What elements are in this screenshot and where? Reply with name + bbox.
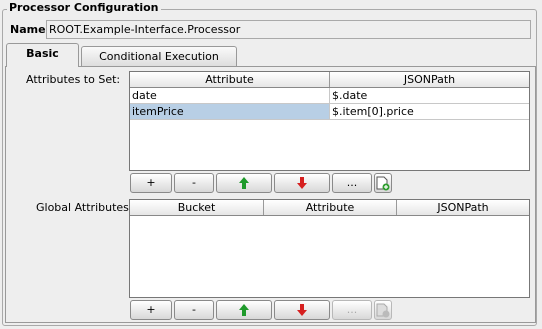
table-header: Bucket Attribute JSONPath [130,200,529,216]
table-header: Attribute JSONPath [130,72,529,88]
up-arrow-icon [239,304,249,316]
edit-button[interactable]: ... [332,173,372,193]
remove-button[interactable]: - [174,300,214,320]
move-down-button[interactable] [274,173,330,193]
move-up-button[interactable] [216,300,272,320]
group-title: Processor Configuration [7,1,161,15]
name-label: Name: [10,23,50,36]
table-row[interactable]: date $.date [130,88,529,104]
table-row[interactable]: itemPrice $.item[0].price [130,104,529,120]
cell-jsonpath[interactable]: $.date [330,88,529,103]
add-document-button[interactable] [374,173,392,193]
attributes-to-set-label: Attributes to Set: [26,73,121,86]
attributes-to-set-table[interactable]: Attribute JSONPath date $.date itemPrice… [129,71,530,171]
column-header-bucket[interactable]: Bucket [130,200,264,215]
cell-attribute[interactable]: itemPrice [130,104,330,119]
move-down-button[interactable] [274,300,330,320]
name-field[interactable]: ROOT.Example-Interface.Processor [46,20,531,39]
remove-button[interactable]: - [174,173,214,193]
tab-basic[interactable]: Basic [6,43,79,67]
add-document-icon [376,176,390,191]
move-up-button[interactable] [216,173,272,193]
column-header-jsonpath[interactable]: JSONPath [397,200,529,215]
column-header-attribute[interactable]: Attribute [264,200,397,215]
edit-button[interactable]: ... [332,300,372,320]
up-arrow-icon [239,177,249,189]
column-header-attribute[interactable]: Attribute [130,72,330,87]
add-button[interactable]: + [130,300,172,320]
attributes-to-set-toolbar: + - ... [130,173,392,193]
down-arrow-icon [297,177,307,189]
cell-jsonpath[interactable]: $.item[0].price [330,104,529,119]
global-attributes-table[interactable]: Bucket Attribute JSONPath [129,199,530,298]
add-button[interactable]: + [130,173,172,193]
cell-attribute[interactable]: date [130,88,330,103]
global-attributes-label: Global Attributes: [36,201,133,214]
global-attributes-toolbar: + - ... [130,300,392,320]
column-header-jsonpath[interactable]: JSONPath [330,72,529,87]
add-document-button[interactable] [374,300,392,320]
down-arrow-icon [297,304,307,316]
add-document-icon [376,303,390,318]
tab-conditional-execution[interactable]: Conditional Execution [81,46,237,67]
